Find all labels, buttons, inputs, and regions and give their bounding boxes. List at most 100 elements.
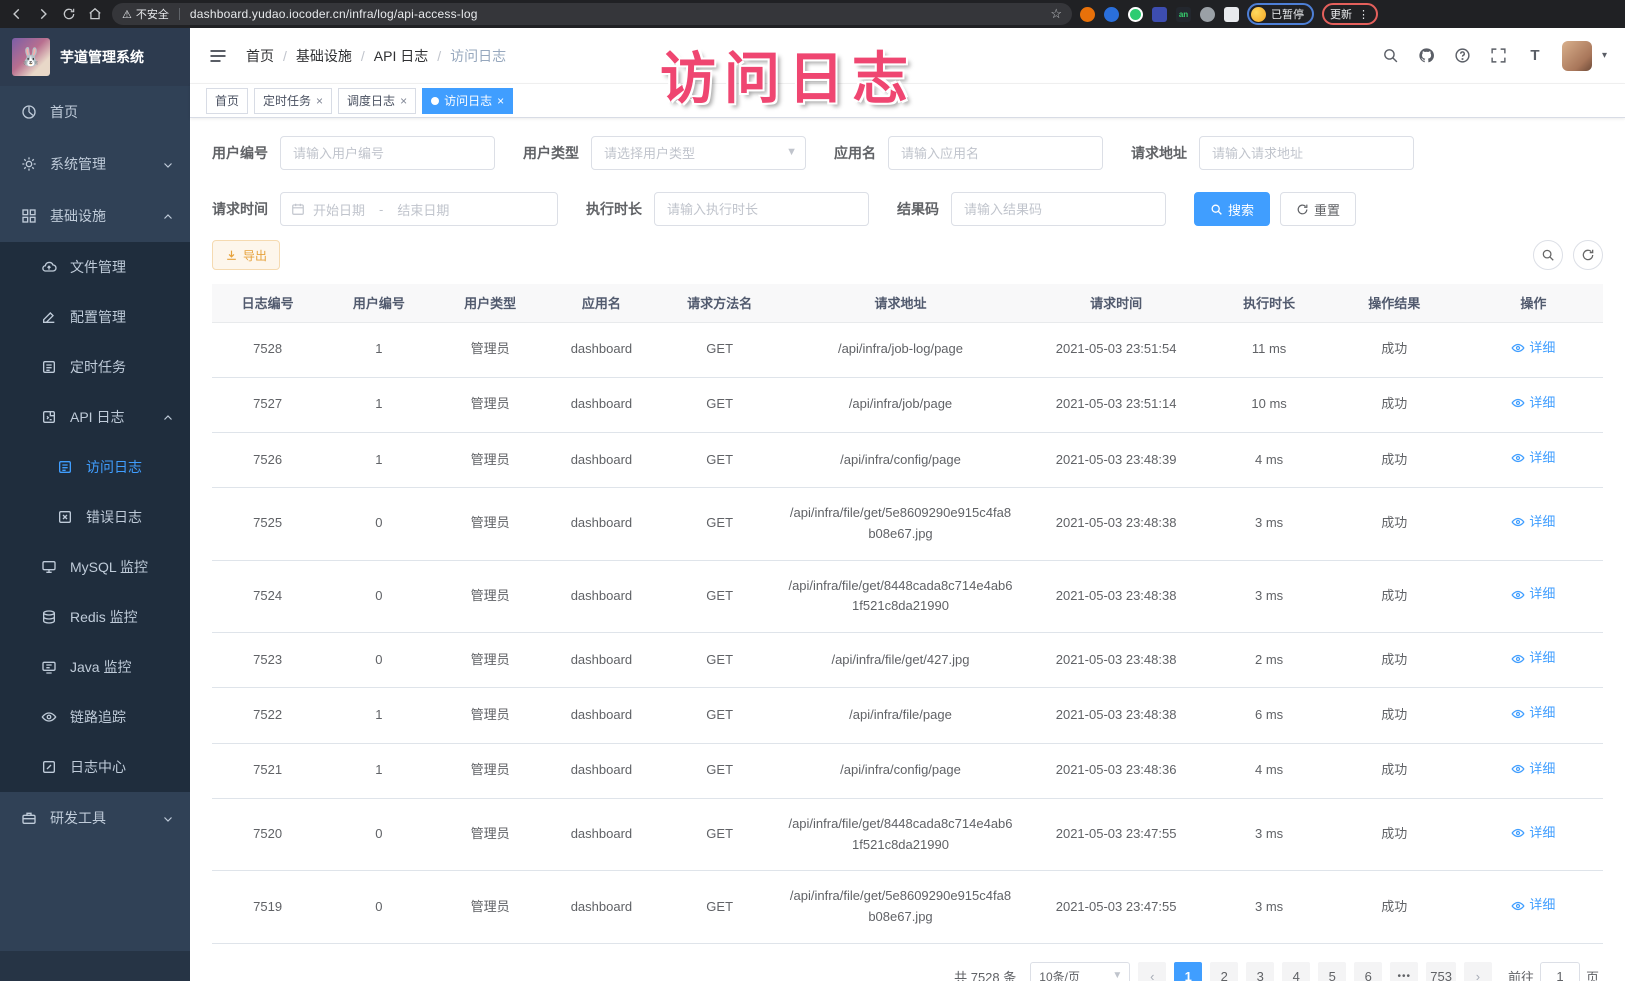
browser-profile-chip[interactable]: 已暂停 bbox=[1247, 3, 1314, 25]
extension-icon[interactable] bbox=[1152, 7, 1167, 22]
profile-label: 已暂停 bbox=[1271, 6, 1304, 22]
hamburger-icon[interactable] bbox=[208, 46, 228, 66]
avatar[interactable] bbox=[1562, 41, 1592, 71]
sidebar-item-api-log[interactable]: API 日志 bbox=[0, 392, 190, 442]
breadcrumb-api-log[interactable]: API 日志 bbox=[374, 46, 428, 66]
reset-button[interactable]: 重置 bbox=[1280, 192, 1356, 226]
sidebar-item-dev-tools[interactable]: 研发工具 bbox=[0, 792, 190, 844]
reload-icon[interactable] bbox=[60, 5, 78, 23]
sidebar-item-system[interactable]: 系统管理 bbox=[0, 138, 190, 190]
github-icon[interactable] bbox=[1418, 47, 1436, 65]
result-code-input[interactable] bbox=[951, 192, 1166, 226]
detail-link[interactable]: 详细 bbox=[1511, 703, 1555, 724]
close-icon[interactable]: × bbox=[497, 95, 504, 107]
bookmark-star-icon[interactable]: ☆ bbox=[1050, 6, 1062, 22]
page-button-4[interactable]: 4 bbox=[1282, 962, 1310, 981]
app-logo[interactable]: 芋道管理系统 bbox=[0, 28, 190, 86]
search-icon[interactable] bbox=[1382, 47, 1400, 65]
page-button-5[interactable]: 5 bbox=[1318, 962, 1346, 981]
avatar-caret-icon[interactable]: ▾ bbox=[1602, 50, 1607, 61]
detail-link[interactable]: 详细 bbox=[1511, 338, 1555, 359]
prev-page-button[interactable]: ‹ bbox=[1138, 962, 1166, 981]
tab-schedule-log[interactable]: 调度日志× bbox=[338, 88, 416, 114]
user-id-input[interactable] bbox=[280, 136, 495, 170]
cell-result: 成功 bbox=[1325, 377, 1464, 432]
sidebar-item-home[interactable]: 首页 bbox=[0, 86, 190, 138]
tab-scheduled-jobs[interactable]: 定时任务× bbox=[254, 88, 332, 114]
browser-menu-icon[interactable]: ⋮ bbox=[1358, 8, 1370, 21]
sidebar-item-scheduled-jobs[interactable]: 定时任务 bbox=[0, 342, 190, 392]
sidebar-item-error-log[interactable]: 错误日志 bbox=[0, 492, 190, 542]
cell-time: 2021-05-03 23:48:38 bbox=[1019, 688, 1214, 743]
home-icon[interactable] bbox=[86, 5, 104, 23]
sidebar-item-config-management[interactable]: 配置管理 bbox=[0, 292, 190, 342]
sidebar-item-access-log[interactable]: 访问日志 bbox=[0, 442, 190, 492]
extension-icon[interactable] bbox=[1128, 7, 1143, 22]
detail-link[interactable]: 详细 bbox=[1511, 895, 1555, 916]
page-size-select[interactable]: 10条/页 ▼ bbox=[1030, 962, 1130, 981]
detail-link[interactable]: 详细 bbox=[1511, 648, 1555, 669]
chevron-down-icon bbox=[162, 158, 174, 170]
insecure-warning-icon[interactable]: ⚠ 不安全 bbox=[122, 6, 169, 22]
breadcrumb-infra[interactable]: 基础设施 bbox=[296, 46, 352, 66]
next-page-button[interactable]: › bbox=[1464, 962, 1492, 981]
page-button-3[interactable]: 3 bbox=[1246, 962, 1274, 981]
detail-link[interactable]: 详细 bbox=[1511, 823, 1555, 844]
close-icon[interactable]: × bbox=[316, 95, 323, 107]
user-type-select-input[interactable] bbox=[591, 136, 806, 170]
cell-action: 详细 bbox=[1464, 871, 1603, 944]
extensions-puzzle-icon[interactable] bbox=[1224, 7, 1239, 22]
extension-icon[interactable] bbox=[1104, 7, 1119, 22]
extensions-area: an bbox=[1080, 7, 1239, 22]
page-button-2[interactable]: 2 bbox=[1210, 962, 1238, 981]
page-button-6[interactable]: 6 bbox=[1354, 962, 1382, 981]
page-button-last[interactable]: 753 bbox=[1426, 962, 1456, 981]
request-time-range-picker[interactable]: 开始日期 - 结束日期 bbox=[280, 192, 558, 226]
font-size-icon[interactable]: T bbox=[1526, 47, 1544, 65]
tab-access-log[interactable]: 访问日志× bbox=[422, 88, 513, 114]
search-button[interactable]: 搜索 bbox=[1194, 192, 1270, 226]
goto-page-input[interactable] bbox=[1540, 962, 1580, 981]
sidebar-item-java-monitor[interactable]: Java 监控 bbox=[0, 642, 190, 692]
cell-user-type: 管理员 bbox=[435, 871, 546, 944]
calendar-icon bbox=[291, 202, 305, 216]
detail-link[interactable]: 详细 bbox=[1511, 393, 1555, 414]
sidebar-item-trace[interactable]: 链路追踪 bbox=[0, 692, 190, 742]
sidebar-item-file-management[interactable]: 文件管理 bbox=[0, 242, 190, 292]
address-bar[interactable]: ⚠ 不安全 dashboard.yudao.iocoder.cn/infra/l… bbox=[112, 3, 1072, 25]
cell-id: 7528 bbox=[212, 322, 323, 377]
sidebar-item-mysql-monitor[interactable]: MySQL 监控 bbox=[0, 542, 190, 592]
duration-input[interactable] bbox=[654, 192, 869, 226]
cell-id: 7520 bbox=[212, 798, 323, 871]
export-button[interactable]: 导出 bbox=[212, 240, 280, 270]
sidebar-item-infra[interactable]: 基础设施 bbox=[0, 190, 190, 242]
back-icon[interactable] bbox=[8, 5, 26, 23]
detail-link[interactable]: 详细 bbox=[1511, 584, 1555, 605]
browser-update-button[interactable]: 更新 ⋮ bbox=[1322, 3, 1378, 25]
cell-time: 2021-05-03 23:47:55 bbox=[1019, 798, 1214, 871]
close-icon[interactable]: × bbox=[400, 95, 407, 107]
breadcrumb-home[interactable]: 首页 bbox=[246, 46, 274, 66]
detail-link[interactable]: 详细 bbox=[1511, 759, 1555, 780]
forward-icon[interactable] bbox=[34, 5, 52, 23]
user-type-select[interactable]: ▼ bbox=[591, 136, 806, 170]
tab-home[interactable]: 首页 bbox=[206, 88, 248, 114]
page-button-1[interactable]: 1 bbox=[1174, 962, 1202, 981]
extension-icon[interactable] bbox=[1080, 7, 1095, 22]
fullscreen-icon[interactable] bbox=[1490, 47, 1508, 65]
cell-user-id: 0 bbox=[323, 871, 434, 944]
app-name-input[interactable] bbox=[888, 136, 1103, 170]
cell-action: 详细 bbox=[1464, 688, 1603, 743]
request-url-input[interactable] bbox=[1199, 136, 1414, 170]
detail-link[interactable]: 详细 bbox=[1511, 448, 1555, 469]
detail-link[interactable]: 详细 bbox=[1511, 512, 1555, 533]
sidebar-item-log-center[interactable]: 日志中心 bbox=[0, 742, 190, 792]
toggle-search-button[interactable] bbox=[1533, 240, 1563, 270]
more-pages-icon[interactable]: ••• bbox=[1390, 962, 1418, 981]
cell-app-name: dashboard bbox=[546, 432, 657, 487]
refresh-button[interactable] bbox=[1573, 240, 1603, 270]
help-icon[interactable] bbox=[1454, 47, 1472, 65]
extension-icon[interactable] bbox=[1200, 7, 1215, 22]
col-duration: 执行时长 bbox=[1213, 284, 1324, 322]
sidebar-item-redis-monitor[interactable]: Redis 监控 bbox=[0, 592, 190, 642]
